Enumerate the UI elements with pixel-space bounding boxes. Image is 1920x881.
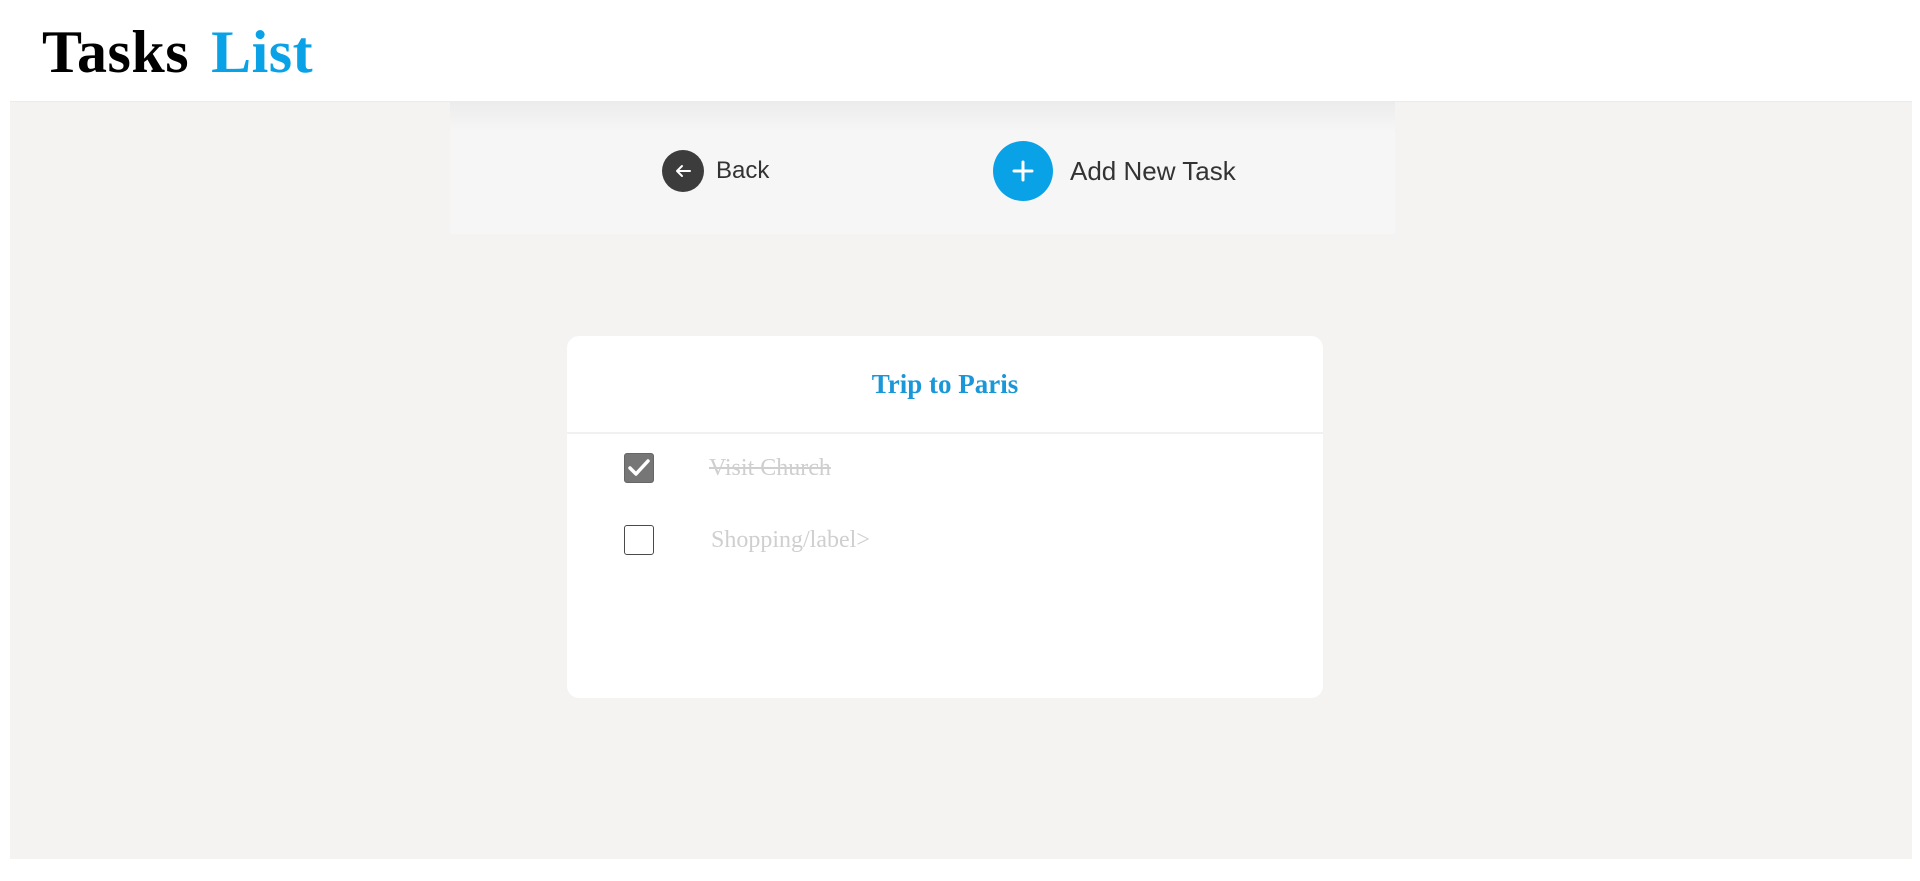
task-item: Shopping/label> [624, 525, 870, 555]
arrow-left-icon [662, 150, 704, 192]
task-checkbox-checked[interactable] [624, 453, 654, 483]
toolbar: Back Add New Task [450, 102, 1395, 234]
task-list-title: Trip to Paris [567, 336, 1323, 434]
page-title-word-tasks: Tasks [42, 18, 190, 85]
task-list-card: Trip to Paris Visit Church Shopping/labe… [567, 336, 1323, 698]
task-item: Visit Church [624, 453, 831, 483]
page-title: Tasks List [42, 12, 313, 92]
task-label[interactable]: Shopping/label> [711, 527, 870, 554]
checkmark-icon [628, 459, 650, 476]
back-button[interactable]: Back [662, 150, 769, 192]
workspace: Back Add New Task Trip to Paris Visit Ch… [10, 101, 1912, 859]
page-title-word-list: List [211, 18, 314, 85]
add-new-task-label: Add New Task [1070, 155, 1236, 186]
back-button-label: Back [716, 157, 770, 184]
add-new-task-button[interactable]: Add New Task [993, 141, 1236, 201]
plus-icon [993, 141, 1053, 201]
task-checkbox-unchecked[interactable] [624, 525, 654, 555]
task-label[interactable]: Visit Church [709, 455, 831, 482]
